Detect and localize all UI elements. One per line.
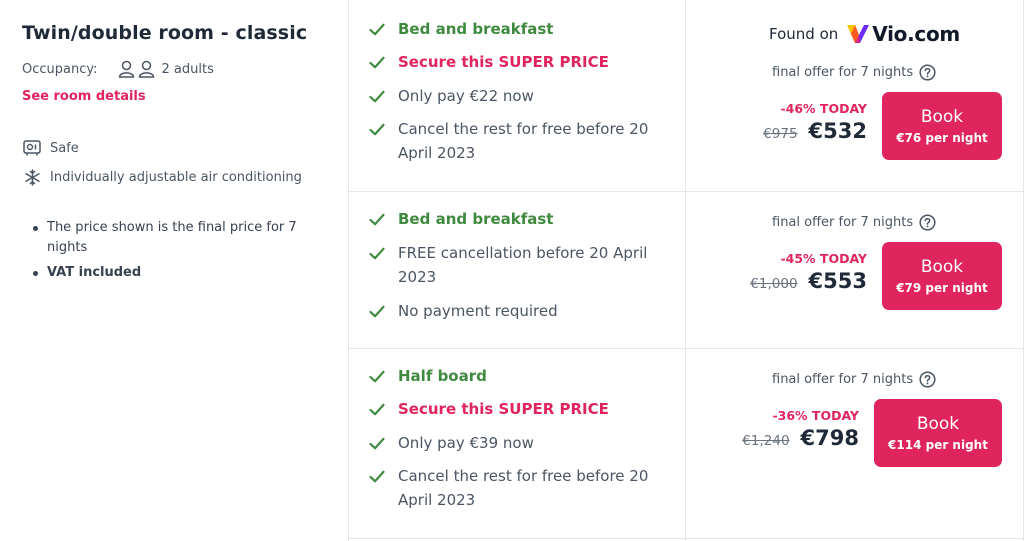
offer-feature: Only pay €22 now [369,84,659,108]
provider-name: Vio.com [872,22,960,46]
price-block: -36% TODAY €1,240 €798 [742,407,859,450]
price-note: VAT included [30,263,330,283]
help-icon[interactable] [919,214,936,231]
feature-text: No payment required [398,302,558,320]
discount-badge: -36% TODAY [772,408,859,423]
offer-feature: Cancel the rest for free before 20 April… [369,117,649,165]
see-room-details-link[interactable]: See room details [22,89,146,104]
checkmark-icon [369,241,387,265]
book-label: Book [920,257,964,277]
offer-feature: Bed and breakfast [369,17,659,41]
room-offers-panel: Twin/double room - classic Occupancy: 2 … [0,0,1024,541]
offer-feature: FREE cancellation before 20 April 2023 [369,241,659,289]
old-price: €1,000 [750,276,798,292]
amenity-safe: Safe [22,138,79,158]
offer-feature: Half board [369,364,659,388]
column-divider [685,0,686,541]
new-price: €553 [808,269,867,293]
row-divider [348,538,1024,539]
help-icon[interactable] [919,64,936,81]
checkmark-icon [369,431,387,455]
offer-feature: Secure this SUPER PRICE [369,50,659,74]
checkmark-icon [369,464,387,488]
room-info-column: Twin/double room - classic Occupancy: 2 … [0,0,348,541]
feature-text: Half board [398,367,487,385]
person-icons [118,60,155,78]
final-offer-text: final offer for 7 nights [772,65,914,80]
old-price: €975 [763,126,798,142]
checkmark-icon [369,50,387,74]
new-price: €532 [808,119,867,143]
offer-feature: Only pay €39 now [369,431,659,455]
book-button[interactable]: Book €114 per night [874,399,1002,467]
feature-text: Bed and breakfast [398,20,554,38]
person-icon [118,60,134,78]
snowflake-icon [22,167,42,187]
offer-feature: Bed and breakfast [369,207,659,231]
feature-text: Only pay €22 now [398,87,534,105]
safe-icon [22,138,42,158]
new-price: €798 [800,426,859,450]
book-button[interactable]: Book €79 per night [882,242,1002,310]
occupancy-label: Occupancy: [22,61,98,77]
final-offer-info: final offer for 7 nights [772,64,936,81]
discount-badge: -46% TODAY [780,101,867,116]
occupancy-adults: 2 adults [161,61,214,77]
feature-text: Secure this SUPER PRICE [398,53,609,71]
book-label: Book [920,107,964,127]
feature-text: Bed and breakfast [398,210,554,228]
checkmark-icon [369,207,387,231]
row-divider [348,191,1024,192]
per-night-price: €79 per night [896,281,988,295]
per-night-price: €114 per night [888,438,988,452]
amenity-label: Individually adjustable air conditioning [50,169,302,185]
person-icon [138,60,154,78]
provider-logo: Vio.com [846,22,960,46]
final-offer-text: final offer for 7 nights [772,215,914,230]
amenity-label: Safe [50,140,79,156]
vio-logo-icon [847,25,870,43]
column-divider [348,0,349,541]
checkmark-icon [369,299,387,323]
occupancy: Occupancy: 2 adults [22,60,214,78]
offer-feature: Secure this SUPER PRICE [369,397,659,421]
final-offer-text: final offer for 7 nights [772,372,914,387]
old-price: €1,240 [742,433,790,449]
help-icon[interactable] [919,371,936,388]
final-offer-info: final offer for 7 nights [772,371,936,388]
row-divider [348,348,1024,349]
checkmark-icon [369,17,387,41]
checkmark-icon [369,117,387,141]
book-button[interactable]: Book €76 per night [882,92,1002,160]
price-notes: The price shown is the final price for 7… [30,218,330,288]
final-offer-info: final offer for 7 nights [772,214,936,231]
checkmark-icon [369,364,387,388]
feature-text: FREE cancellation before 20 April 2023 [398,244,648,286]
discount-badge: -45% TODAY [780,251,867,266]
offer-feature: Cancel the rest for free before 20 April… [369,464,649,512]
feature-text: Secure this SUPER PRICE [398,400,609,418]
found-on: Found on Vio.com [769,22,960,46]
offer-feature: No payment required [369,299,659,323]
room-title: Twin/double room - classic [22,22,308,44]
checkmark-icon [369,397,387,421]
found-on-label: Found on [769,25,839,43]
feature-text: Cancel the rest for free before 20 April… [398,467,649,509]
price-block: -45% TODAY €1,000 €553 [750,250,867,293]
amenity-air-conditioning: Individually adjustable air conditioning [22,167,302,187]
per-night-price: €76 per night [896,131,988,145]
feature-text: Cancel the rest for free before 20 April… [398,120,649,162]
book-label: Book [916,414,960,434]
price-block: -46% TODAY €975 €532 [763,100,867,143]
feature-text: Only pay €39 now [398,434,534,452]
price-note: The price shown is the final price for 7… [30,218,330,258]
checkmark-icon [369,84,387,108]
